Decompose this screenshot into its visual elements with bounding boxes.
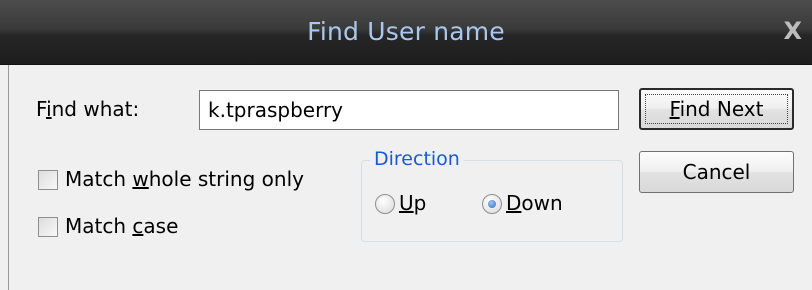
direction-up-label[interactable]: Up bbox=[399, 191, 426, 215]
direction-up-radio[interactable] bbox=[375, 194, 395, 214]
find-next-button[interactable]: Find Next bbox=[639, 88, 794, 130]
find-what-input[interactable] bbox=[199, 90, 619, 130]
direction-down-label[interactable]: Down bbox=[506, 191, 563, 215]
find-what-label: Find what: bbox=[36, 97, 140, 121]
close-icon[interactable]: X bbox=[783, 0, 802, 64]
match-whole-string-checkbox[interactable] bbox=[38, 170, 58, 190]
direction-group-title: Direction bbox=[370, 148, 464, 170]
match-case-checkbox[interactable] bbox=[38, 217, 58, 237]
focus-rectangle bbox=[645, 94, 788, 124]
radio-selected-dot bbox=[488, 200, 496, 208]
direction-down-radio[interactable] bbox=[482, 194, 502, 214]
window-title: Find User name bbox=[307, 17, 505, 46]
title-bar: Find User name X bbox=[0, 0, 812, 65]
cancel-button[interactable]: Cancel bbox=[639, 151, 794, 193]
match-case-label[interactable]: Match case bbox=[65, 214, 178, 238]
match-whole-string-label[interactable]: Match whole string only bbox=[65, 167, 304, 191]
